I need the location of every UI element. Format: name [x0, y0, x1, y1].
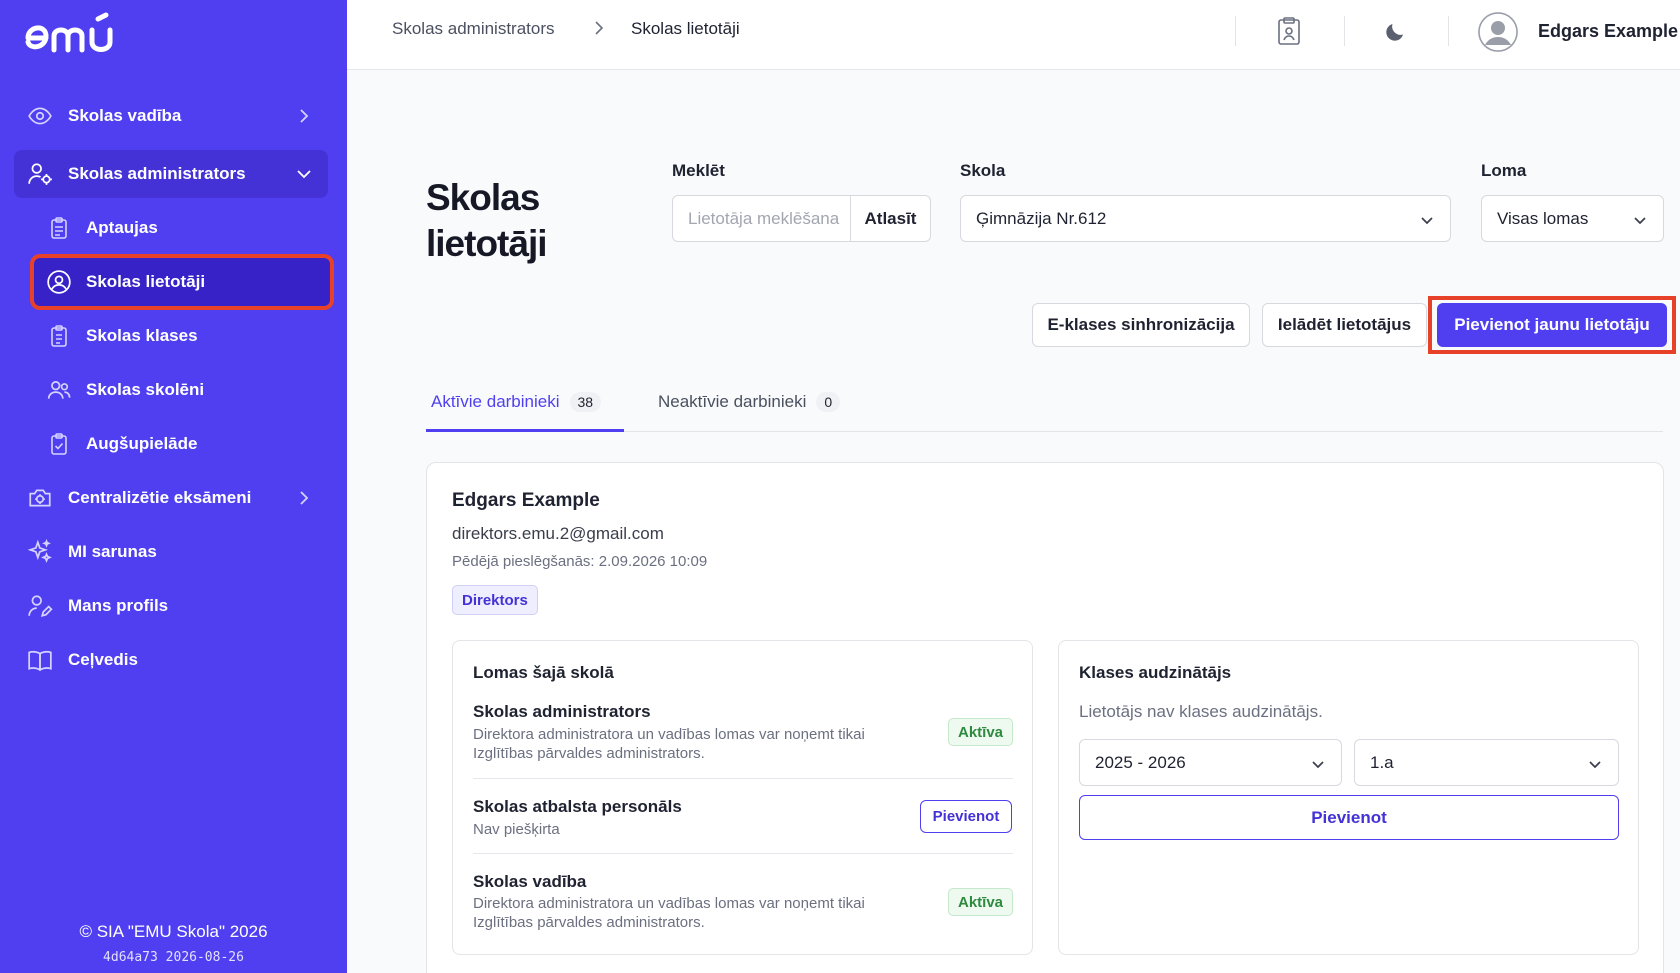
chevron-down-icon — [1634, 217, 1646, 225]
chevron-right-icon — [300, 491, 309, 505]
user-name: Edgars Example — [452, 490, 600, 511]
sidebar-item-skolas-administrators[interactable]: Skolas administrators — [14, 150, 328, 198]
breadcrumb-parent[interactable]: Skolas administrators — [392, 19, 555, 39]
school-select-value: Ģimnāzija Nr.612 — [976, 208, 1107, 228]
sidebar-item-celvedis[interactable]: Ceļvedis — [14, 636, 328, 684]
page-title: Skolas lietotāji — [426, 177, 548, 264]
user-edit-icon — [26, 592, 54, 620]
chevron-down-icon — [1589, 761, 1601, 769]
sidebar-item-label: Mans profils — [68, 596, 169, 615]
sidebar-item-mi-sarunas[interactable]: MI sarunas — [14, 528, 328, 576]
search-input[interactable] — [673, 196, 850, 241]
role-select-value: Visas lomas — [1497, 208, 1589, 228]
class-select-value: 1.a — [1370, 752, 1394, 772]
sidebar-subitem-skolas-lietotaji[interactable]: Skolas lietotāji — [30, 254, 334, 310]
import-users-button[interactable]: Ielādēt lietotājus — [1262, 303, 1427, 347]
search-label: Meklēt — [672, 161, 725, 180]
user-gear-icon — [26, 160, 54, 188]
sidebar-item-label: Skolas vadība — [68, 106, 182, 125]
header-divider — [1448, 16, 1449, 46]
sidebar-item-skolas-vadiba[interactable]: Skolas vadība — [14, 92, 328, 140]
year-select[interactable]: 2025 - 2026 — [1079, 739, 1342, 786]
header-user-name[interactable]: Edgars Example — [1538, 21, 1678, 42]
sidebar-item-label: Skolas administrators — [68, 164, 246, 183]
eklase-sync-button[interactable]: E-klases sinhronizācija — [1032, 303, 1250, 347]
chevron-right-icon — [300, 109, 309, 123]
add-user-button[interactable]: Pievienot jaunu lietotāju — [1437, 303, 1667, 347]
header-divider — [1344, 16, 1345, 46]
search-group: Atlasīt — [672, 195, 931, 242]
tab-count-badge: 38 — [569, 392, 602, 412]
role-description: Direktora administratora un vadības loma… — [473, 726, 865, 762]
add-homeroom-button[interactable]: Pievienot — [1079, 795, 1619, 840]
sidebar-item-label: MI sarunas — [68, 542, 157, 561]
role-label: Loma — [1481, 161, 1527, 180]
sidebar-subitem-label: Skolas lietotāji — [86, 272, 206, 291]
camera-gear-icon — [26, 484, 54, 512]
tab-label: Aktīvie darbinieki — [431, 392, 560, 411]
tab-active-employees[interactable]: Aktīvie darbinieki 38 — [426, 392, 624, 432]
sidebar-subitem-label: Aptaujas — [86, 218, 158, 237]
roles-card-title: Lomas šajā skolā — [473, 663, 614, 682]
moon-icon[interactable] — [1379, 16, 1411, 48]
school-label: Skola — [960, 161, 1006, 180]
sidebar-subitem-label: Skolas klases — [86, 326, 198, 345]
status-badge: Aktīva — [948, 888, 1014, 916]
sidebar-subitem-label: Augšupielāde — [86, 434, 198, 453]
homeroom-card-title: Klases audzinātājs — [1079, 663, 1232, 682]
sidebar-item-mans-profils[interactable]: Mans profils — [14, 582, 328, 630]
chevron-down-icon — [1312, 761, 1324, 769]
status-badge: Aktīva — [948, 718, 1014, 746]
copyright-text: © SIA "EMU Skola" 2026 — [79, 922, 268, 941]
class-select[interactable]: 1.a — [1354, 739, 1619, 786]
role-badge: Direktors — [452, 585, 538, 615]
sidebar-subitem-augsupielade[interactable]: Augšupielāde — [34, 420, 330, 468]
sidebar-subitem-label: Skolas skolēni — [86, 380, 205, 399]
version-text: 4d64a73 2026-08-26 — [103, 950, 244, 965]
user-email: direktors.emu.2@gmail.com — [452, 524, 664, 543]
tab-inactive-employees[interactable]: Neaktīvie darbinieki 0 — [658, 392, 841, 432]
chevron-down-icon — [297, 170, 311, 179]
chevron-down-icon — [1421, 217, 1433, 225]
role-name: Skolas vadība — [473, 872, 587, 891]
tab-label: Neaktīvie darbinieki — [658, 392, 807, 411]
role-select[interactable]: Visas lomas — [1481, 195, 1664, 242]
row-divider — [473, 853, 1013, 854]
clipboard-user-icon[interactable] — [1273, 15, 1305, 47]
sidebar-subitem-skolas-klases[interactable]: Skolas klases — [34, 312, 330, 360]
emu-logo[interactable] — [24, 12, 120, 56]
school-select[interactable]: Ģimnāzija Nr.612 — [960, 195, 1451, 242]
user-circle-icon — [46, 269, 72, 295]
role-description: Nav piešķirta — [473, 821, 560, 838]
eye-icon — [26, 102, 54, 130]
avatar[interactable] — [1478, 12, 1518, 52]
header-divider — [1235, 16, 1236, 46]
role-name: Skolas administrators — [473, 702, 651, 721]
filter-button[interactable]: Atlasīt — [850, 196, 930, 241]
sidebar-item-label: Ceļvedis — [68, 650, 138, 669]
homeroom-note: Lietotājs nav klases audzinātājs. — [1079, 702, 1323, 721]
sidebar-item-centralizetie-eksameni[interactable]: Centralizētie eksāmeni — [14, 474, 328, 522]
sidebar-item-label: Centralizētie eksāmeni — [68, 488, 252, 507]
breadcrumb-current: Skolas lietotāji — [631, 19, 740, 38]
row-divider — [473, 778, 1013, 779]
sidebar-subitem-aptaujas[interactable]: Aptaujas — [34, 204, 330, 252]
add-role-button[interactable]: Pievienot — [920, 800, 1012, 833]
users-icon — [46, 377, 72, 403]
sidebar-subitem-skolas-skoleni[interactable]: Skolas skolēni — [34, 366, 330, 414]
clipboard-icon — [46, 215, 72, 241]
year-select-value: 2025 - 2026 — [1095, 752, 1186, 772]
sparkles-icon — [26, 538, 54, 566]
role-name: Skolas atbalsta personāls — [473, 797, 682, 816]
sidebar: Skolas vadība Skolas administrators Apta… — [0, 0, 347, 973]
breadcrumb-chevron-icon — [595, 21, 604, 35]
role-description: Direktora administratora un vadības loma… — [473, 895, 865, 931]
top-header: Skolas administrators Skolas lietotāji E… — [347, 0, 1680, 70]
clipboard-check-icon — [46, 431, 72, 457]
book-icon — [26, 646, 54, 674]
user-last-login: Pēdējā pieslēgšanās: 2.09.2026 10:09 — [452, 553, 708, 570]
clipboard-list-icon — [46, 323, 72, 349]
tab-count-badge: 0 — [816, 392, 841, 412]
